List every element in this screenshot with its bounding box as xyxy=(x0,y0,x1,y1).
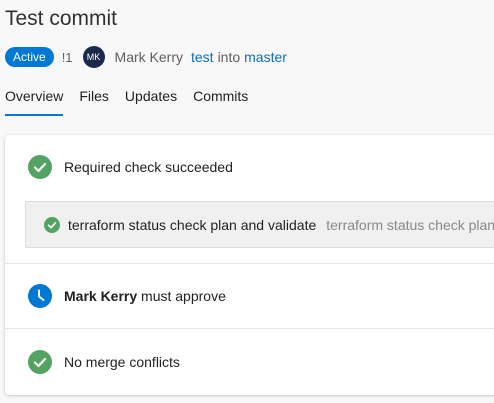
pr-meta: Active !1 MK Mark Kerry test into master xyxy=(5,46,287,68)
status-card: Required check succeeded terraform statu… xyxy=(5,135,494,395)
tab-overview[interactable]: Overview xyxy=(5,88,64,116)
status-check-item[interactable]: terraform status check plan and validate… xyxy=(25,201,494,248)
tab-updates[interactable]: Updates xyxy=(125,88,177,116)
required-check-section: Required check succeeded terraform statu… xyxy=(5,135,494,264)
status-check-description: terraform status check plan xyxy=(326,216,494,233)
source-branch-link[interactable]: test xyxy=(191,49,214,65)
into-label: into xyxy=(217,49,241,65)
reviewer-requirement: must approve xyxy=(141,288,226,304)
merge-section: No merge conflicts xyxy=(5,329,494,395)
reviewer-text: Mark Kerry must approve xyxy=(64,288,226,304)
tab-bar: Overview Files Updates Commits xyxy=(5,88,264,116)
pr-id: !1 xyxy=(61,49,73,65)
success-check-icon xyxy=(44,216,60,233)
tab-files[interactable]: Files xyxy=(79,88,109,116)
tab-commits[interactable]: Commits xyxy=(193,88,248,116)
status-badge: Active xyxy=(5,47,54,67)
page-title: Test commit xyxy=(5,7,118,30)
reviewer-section: Mark Kerry must approve xyxy=(5,264,494,329)
reviewer-row[interactable]: Mark Kerry must approve xyxy=(28,284,226,308)
success-check-icon xyxy=(28,155,52,179)
required-check-label: Required check succeeded xyxy=(64,159,233,175)
merge-row: No merge conflicts xyxy=(28,350,180,374)
status-check-name: terraform status check plan and validate xyxy=(68,216,317,233)
pr-header: Test commit Active !1 MK Mark Kerry test… xyxy=(5,6,494,68)
success-check-icon xyxy=(28,350,52,374)
target-branch-link[interactable]: master xyxy=(244,49,287,65)
required-check-row[interactable]: Required check succeeded xyxy=(28,155,233,179)
avatar[interactable]: MK xyxy=(82,46,105,68)
author-name: Mark Kerry xyxy=(114,49,183,65)
merge-status-label: No merge conflicts xyxy=(64,354,180,370)
reviewer-name[interactable]: Mark Kerry xyxy=(64,288,137,304)
clock-icon xyxy=(28,284,52,308)
